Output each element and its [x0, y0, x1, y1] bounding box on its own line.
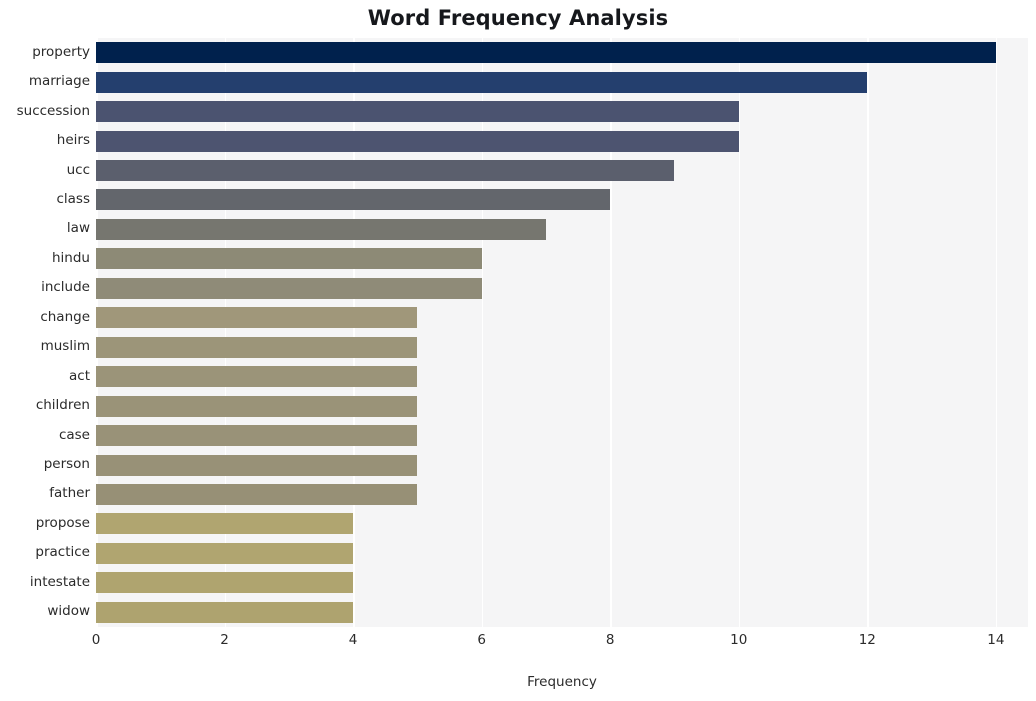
bar	[96, 101, 739, 123]
y-tick-label: person	[43, 456, 90, 473]
bar	[96, 277, 482, 299]
chart-title: Word Frequency Analysis	[367, 6, 669, 30]
y-tick-label: include	[41, 279, 90, 296]
bar	[96, 395, 418, 417]
gridline-x-2	[224, 38, 227, 627]
bar	[96, 454, 418, 476]
bar	[96, 542, 354, 564]
y-tick-label: muslim	[40, 338, 90, 355]
bar	[96, 218, 546, 240]
gridline-x-12	[867, 38, 869, 627]
gridline-x-14	[995, 38, 998, 627]
x-tick-label: 10	[730, 632, 748, 648]
x-tick-label: 2	[220, 632, 229, 648]
bar	[96, 366, 418, 388]
y-axis-tick-labels: property marriage succession heirs ucc class l…	[0, 38, 90, 627]
x-axis-tick-labels: 0 2 4 6 8 10 12 14	[92, 632, 1028, 656]
y-tick-label: property	[32, 43, 90, 60]
bar	[96, 425, 418, 447]
y-tick-label: heirs	[56, 132, 90, 149]
bar	[96, 71, 868, 93]
bar	[96, 307, 418, 329]
y-tick-label: ucc	[66, 161, 90, 178]
bar	[96, 130, 739, 152]
gridline-x-6	[481, 38, 484, 627]
bar	[96, 483, 418, 505]
x-tick-label: 8	[605, 632, 615, 648]
x-tick-label: 0	[91, 632, 101, 648]
y-tick-label: succession	[16, 102, 90, 119]
x-tick-label: 14	[987, 632, 1005, 648]
y-tick-label: change	[40, 308, 90, 325]
bar	[96, 572, 354, 594]
chart-figure: Word Frequency Analysis property marriage…	[0, 0, 1036, 701]
bar	[96, 248, 482, 270]
y-tick-label: practice	[35, 544, 90, 561]
gridline-x-8	[610, 38, 612, 627]
y-tick-label: marriage	[28, 73, 90, 90]
gridline-x-4	[353, 38, 355, 627]
plot-area	[96, 38, 1028, 627]
bar	[96, 189, 611, 211]
y-tick-label: widow	[47, 603, 90, 620]
gridline-x-0	[96, 38, 98, 627]
y-tick-label: propose	[35, 514, 90, 531]
bar	[96, 336, 418, 358]
bar	[96, 513, 354, 535]
x-tick-label: 12	[858, 632, 876, 648]
y-tick-label: case	[58, 426, 90, 443]
y-tick-label: intestate	[29, 573, 90, 590]
y-tick-label: hindu	[52, 249, 90, 266]
y-tick-label: father	[49, 485, 90, 502]
x-tick-label: 4	[348, 632, 358, 648]
y-tick-label: law	[66, 220, 90, 237]
bar	[96, 601, 354, 623]
y-tick-label: children	[35, 397, 90, 414]
y-tick-label: class	[56, 190, 90, 207]
y-tick-label: act	[69, 367, 90, 384]
bar	[96, 160, 675, 182]
gridline-x-10	[738, 38, 741, 627]
x-tick-label: 6	[477, 632, 486, 648]
bar	[96, 42, 996, 64]
x-axis-label: Frequency	[527, 674, 597, 690]
